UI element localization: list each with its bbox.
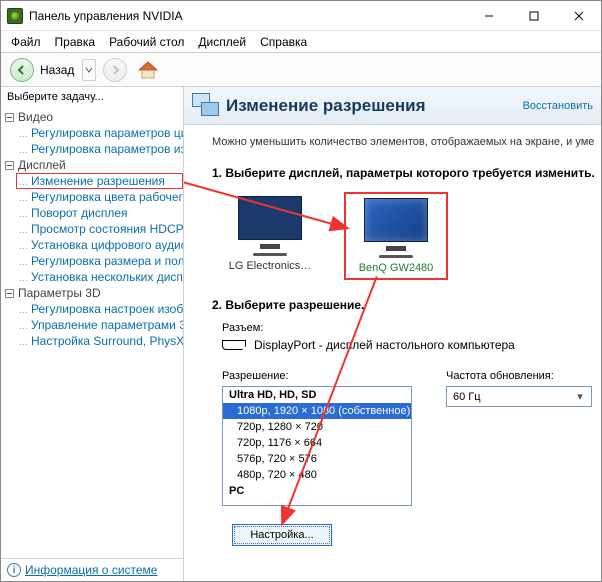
tree-item: Регулировка параметров ци bbox=[19, 125, 183, 141]
tree-item: Установка цифрового аудио bbox=[19, 237, 183, 253]
tree-item: Регулировка настроек изоб bbox=[19, 301, 183, 317]
app-icon bbox=[7, 8, 23, 24]
nav-back-group: Назад bbox=[5, 55, 101, 85]
tree-cat-video[interactable]: Видео bbox=[1, 109, 183, 125]
page-content: Можно уменьшить количество элементов, от… bbox=[184, 125, 601, 581]
tree-item: Настройка Surround, PhysX bbox=[19, 333, 183, 349]
page-title: Изменение разрешения bbox=[226, 96, 515, 116]
connector-label: Разъем: bbox=[222, 322, 595, 334]
restore-defaults-link[interactable]: Восстановить bbox=[523, 100, 593, 112]
page-description: Можно уменьшить количество элементов, от… bbox=[212, 135, 595, 150]
back-history-dropdown[interactable] bbox=[82, 59, 96, 81]
minimize-button[interactable] bbox=[466, 1, 511, 30]
toolbar: Назад bbox=[1, 53, 601, 87]
connector-value: DisplayPort - дисплей настольного компью… bbox=[254, 338, 515, 352]
menu-bar: Файл Правка Рабочий стол Дисплей Справка bbox=[1, 31, 601, 53]
refresh-rate-value: 60 Гц bbox=[453, 391, 481, 403]
tree-item: Поворот дисплея bbox=[19, 205, 183, 221]
system-info-link: i Информация о системе bbox=[1, 558, 183, 581]
monitor-label: BenQ GW2480 bbox=[359, 262, 434, 274]
info-icon: i bbox=[7, 563, 21, 577]
monitor-icon bbox=[364, 198, 428, 242]
refresh-label: Частота обновления: bbox=[446, 370, 592, 382]
window-title: Панель управления NVIDIA bbox=[29, 9, 466, 23]
step-2-label: 2. Выберите разрешение. bbox=[212, 298, 595, 312]
tree-item: Регулировка размера и поло bbox=[19, 253, 183, 269]
tree-item: Просмотр состояния HDCP bbox=[19, 221, 183, 237]
resolution-option[interactable]: 1080p, 1920 × 1080 (собственное) bbox=[223, 403, 411, 419]
menu-desktop[interactable]: Рабочий стол bbox=[103, 33, 190, 51]
monitor-item-1[interactable]: LG Electronics… bbox=[222, 196, 318, 276]
menu-file[interactable]: Файл bbox=[5, 33, 47, 51]
task-sidebar: Выберите задачу... Видео Регулировка пар… bbox=[1, 87, 184, 581]
customize-button[interactable]: Настройка... bbox=[232, 524, 332, 546]
resolution-option[interactable]: 720p, 1176 × 664 bbox=[223, 435, 411, 451]
menu-help[interactable]: Справка bbox=[254, 33, 313, 51]
displayport-icon bbox=[222, 340, 246, 350]
resolution-option[interactable]: 576p, 720 × 576 bbox=[223, 451, 411, 467]
tree-item: Регулировка параметров из bbox=[19, 141, 183, 157]
tree-item-change-resolution: Изменение разрешения bbox=[16, 173, 183, 189]
monitor-label: LG Electronics… bbox=[229, 260, 312, 272]
resolution-icon bbox=[192, 93, 218, 119]
close-button[interactable] bbox=[556, 1, 601, 30]
tree-cat-display[interactable]: Дисплей bbox=[1, 157, 183, 173]
tree-item: Управление параметрами 3D bbox=[19, 317, 183, 333]
back-label: Назад bbox=[40, 63, 74, 77]
refresh-rate-dropdown[interactable]: 60 Гц ▾ bbox=[446, 386, 592, 407]
resolution-group: PC bbox=[223, 483, 411, 499]
resolution-label: Разрешение: bbox=[222, 370, 412, 382]
step-1-label: 1. Выберите дисплей, параметры которого … bbox=[212, 166, 595, 180]
resolution-listbox[interactable]: Ultra HD, HD, SD 1080p, 1920 × 1080 (соб… bbox=[222, 386, 412, 506]
resolution-option[interactable]: 720p, 1280 × 720 bbox=[223, 419, 411, 435]
collapse-icon[interactable] bbox=[5, 113, 14, 122]
page-header: Изменение разрешения Восстановить bbox=[184, 87, 601, 125]
collapse-icon[interactable] bbox=[5, 161, 14, 170]
tree-item: Регулировка цвета рабочего bbox=[19, 189, 183, 205]
maximize-button[interactable] bbox=[511, 1, 556, 30]
chevron-down-icon: ▾ bbox=[573, 390, 587, 403]
resolution-group: Ultra HD, HD, SD bbox=[223, 387, 411, 403]
sidebar-header: Выберите задачу... bbox=[1, 87, 183, 107]
tree-cat-3d[interactable]: Параметры 3D bbox=[1, 285, 183, 301]
tree-item: Установка нескольких диспл bbox=[19, 269, 183, 285]
forward-button bbox=[103, 58, 127, 82]
menu-edit[interactable]: Правка bbox=[49, 33, 102, 51]
menu-display[interactable]: Дисплей bbox=[192, 33, 252, 51]
back-button[interactable] bbox=[10, 58, 34, 82]
home-button[interactable] bbox=[135, 58, 161, 82]
monitor-item-2[interactable]: BenQ GW2480 bbox=[348, 196, 444, 276]
collapse-icon[interactable] bbox=[5, 289, 14, 298]
resolution-option[interactable]: 480p, 720 × 480 bbox=[223, 467, 411, 483]
task-tree: Видео Регулировка параметров ци Регулиро… bbox=[1, 107, 183, 558]
monitor-icon bbox=[238, 196, 302, 240]
